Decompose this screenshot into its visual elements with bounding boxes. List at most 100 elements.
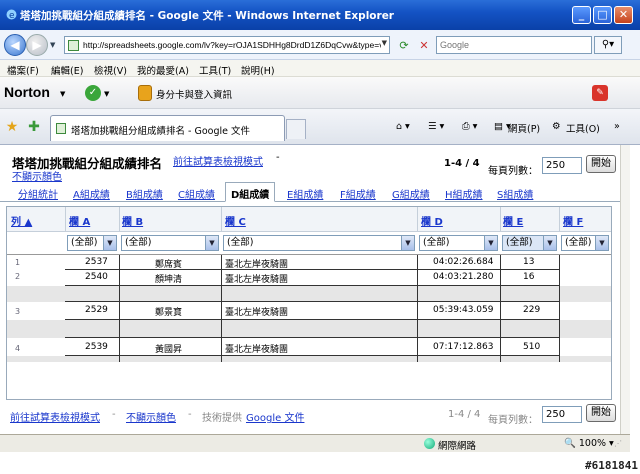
sheet-tab-summary[interactable]: 分組統計: [18, 186, 58, 201]
footer-rows-per-page-input[interactable]: [542, 406, 582, 423]
sheet-tab-s[interactable]: S組成績: [497, 186, 533, 201]
col-header-f[interactable]: 欄 F: [563, 213, 583, 228]
tools-menu[interactable]: 工具(O): [566, 121, 600, 135]
footer-go-button[interactable]: 開始: [586, 404, 616, 422]
search-field[interactable]: [436, 36, 592, 54]
resize-grip-icon[interactable]: ⋰: [614, 439, 622, 448]
tab-label: 塔塔加挑戰組分組成績排名 - Google 文件: [71, 126, 250, 137]
svg-text:e: e: [9, 11, 15, 20]
forward-button[interactable]: ▶: [26, 34, 48, 56]
sheet-tab-f[interactable]: F組成績: [340, 186, 376, 201]
chevron-down-icon: ▼: [543, 236, 556, 250]
favorites-star-icon[interactable]: ★: [4, 119, 20, 135]
filter-a[interactable]: (全部) ▼: [67, 235, 117, 251]
row-number: 4: [15, 344, 21, 353]
row-number: 2: [15, 272, 21, 281]
add-favorite-icon[interactable]: ✚: [26, 119, 42, 135]
sheet-tabs: 分組統計 A組成績 B組成績 C組成績 D組成績 E組成績 F組成績 G組成績 …: [0, 182, 620, 202]
sheet-tab-c[interactable]: C組成績: [178, 186, 215, 201]
col-header-e[interactable]: 欄 E: [503, 213, 523, 228]
minimize-button[interactable]: _: [572, 6, 591, 24]
home-icon[interactable]: ⌂ ▾: [396, 121, 410, 132]
close-button[interactable]: ✕: [614, 6, 633, 24]
col-header-b[interactable]: 欄 B: [122, 213, 143, 228]
goto-spreadsheet-link[interactable]: 前往試算表檢視模式: [173, 153, 263, 168]
search-button[interactable]: ⚲▾: [594, 36, 622, 54]
tools-gear-icon[interactable]: ⚙: [552, 121, 561, 132]
sheet-tab-g[interactable]: G組成績: [392, 186, 430, 201]
safe-check-icon[interactable]: ✓: [85, 85, 101, 101]
print-icon[interactable]: ⎙ ▾: [462, 121, 477, 132]
chevron-more-icon[interactable]: »: [614, 121, 620, 132]
menu-file[interactable]: 檔案(F): [7, 63, 39, 77]
sheet-tab-h[interactable]: H組成績: [445, 186, 483, 201]
zoom-level[interactable]: 🔍 100% ▾: [564, 438, 614, 449]
norton-dropdown-icon[interactable]: ▼: [60, 90, 65, 98]
new-tab-button[interactable]: [286, 119, 306, 139]
chevron-down-icon: ▼: [595, 236, 608, 250]
url-dropdown-icon[interactable]: ▼: [382, 39, 387, 47]
footer-google-docs-link[interactable]: Google 文件: [246, 409, 304, 424]
table-row[interactable]: 3 2529 鄭景寶 臺北左岸夜騎團 05:39:43.059 229: [7, 302, 611, 320]
filter-d[interactable]: (全部) ▼: [419, 235, 498, 251]
tab-page-icon: [56, 123, 66, 134]
sheet-tab-a[interactable]: A組成績: [73, 186, 110, 201]
menu-tools[interactable]: 工具(T): [199, 63, 231, 77]
security-zone[interactable]: 網際網路: [438, 438, 476, 452]
browser-tab[interactable]: 塔塔加挑戰組分組成績排名 - Google 文件: [50, 115, 285, 141]
feeds-icon[interactable]: ☰ ▾: [428, 121, 444, 132]
sheet-tab-b[interactable]: B組成績: [126, 186, 163, 201]
maximize-button[interactable]: □: [593, 6, 612, 24]
menu-help[interactable]: 說明(H): [241, 63, 275, 77]
sheet-tab-e[interactable]: E組成績: [287, 186, 323, 201]
filter-b[interactable]: (全部) ▼: [121, 235, 219, 251]
cell-e: 16: [523, 272, 535, 282]
rows-per-page-input[interactable]: [542, 157, 582, 174]
table-row[interactable]: 4 2539 黃國昇 臺北左岸夜騎團 07:17:12.863 510: [7, 338, 611, 356]
cell-e: 13: [523, 257, 535, 267]
vertical-scrollbar[interactable]: [620, 145, 630, 434]
menu-view[interactable]: 檢視(V): [94, 63, 127, 77]
row-number: 1: [15, 258, 21, 267]
blank-row: [7, 320, 611, 338]
grid-line: [65, 301, 559, 302]
safe-dropdown-icon[interactable]: ▼: [104, 90, 109, 98]
col-header-a[interactable]: 欄 A: [69, 213, 90, 228]
norton-logo[interactable]: Norton: [4, 84, 50, 100]
stop-icon[interactable]: ✕: [416, 38, 432, 53]
footer-rows-per-page-label: 每頁列數：: [488, 415, 538, 426]
title-bar: e 塔塔加挑戰組分組成績排名 - Google 文件 - Windows Int…: [0, 0, 640, 30]
cell-e: 510: [523, 342, 541, 352]
history-dropdown-icon[interactable]: ▼: [50, 41, 55, 49]
filter-c[interactable]: (全部) ▼: [223, 235, 415, 251]
identity-safe-button[interactable]: 身分卡與登入資訊: [156, 87, 232, 101]
filter-d-value: (全部): [423, 237, 450, 248]
footer-goto-spreadsheet-link[interactable]: 前往試算表檢視模式: [10, 409, 100, 424]
toolbar-options-icon[interactable]: ✎: [592, 85, 608, 101]
menu-edit[interactable]: 編輯(E): [51, 63, 83, 77]
hide-colors-link[interactable]: 不顯示顏色: [12, 168, 62, 183]
table-row[interactable]: 2 2540 顏坤清 臺北左岸夜騎團 04:03:21.280 16: [7, 270, 611, 285]
url-text[interactable]: http://spreadsheets.google.com/lv?key=rO…: [83, 40, 381, 50]
search-input[interactable]: [437, 37, 587, 52]
col-header-row[interactable]: 列 ▲: [11, 213, 32, 228]
grid-line: [65, 269, 559, 270]
identity-safe-icon[interactable]: [138, 85, 152, 101]
refresh-icon[interactable]: ⟳: [396, 38, 412, 53]
grid-line: [221, 255, 222, 362]
back-button[interactable]: ◀: [4, 34, 26, 56]
go-button[interactable]: 開始: [586, 155, 616, 173]
separator-dash: -: [276, 152, 280, 163]
blank-row: [7, 356, 611, 362]
filter-f[interactable]: (全部) ▼: [561, 235, 609, 251]
footer-hide-colors-link[interactable]: 不顯示顏色: [126, 409, 176, 424]
table-row[interactable]: 1 2537 鄭席賓 臺北左岸夜騎團 04:02:26.684 13: [7, 256, 611, 270]
menu-favorites[interactable]: 我的最愛(A): [137, 63, 189, 77]
page-menu[interactable]: 網頁(P): [508, 121, 540, 135]
col-header-d[interactable]: 欄 D: [421, 213, 443, 228]
col-header-c[interactable]: 欄 C: [225, 213, 246, 228]
cell-a: 2537: [85, 257, 108, 267]
filter-e[interactable]: (全部) ▼: [502, 235, 557, 251]
url-field[interactable]: http://spreadsheets.google.com/lv?key=rO…: [64, 36, 390, 54]
sheet-tab-d[interactable]: D組成績: [225, 182, 276, 202]
